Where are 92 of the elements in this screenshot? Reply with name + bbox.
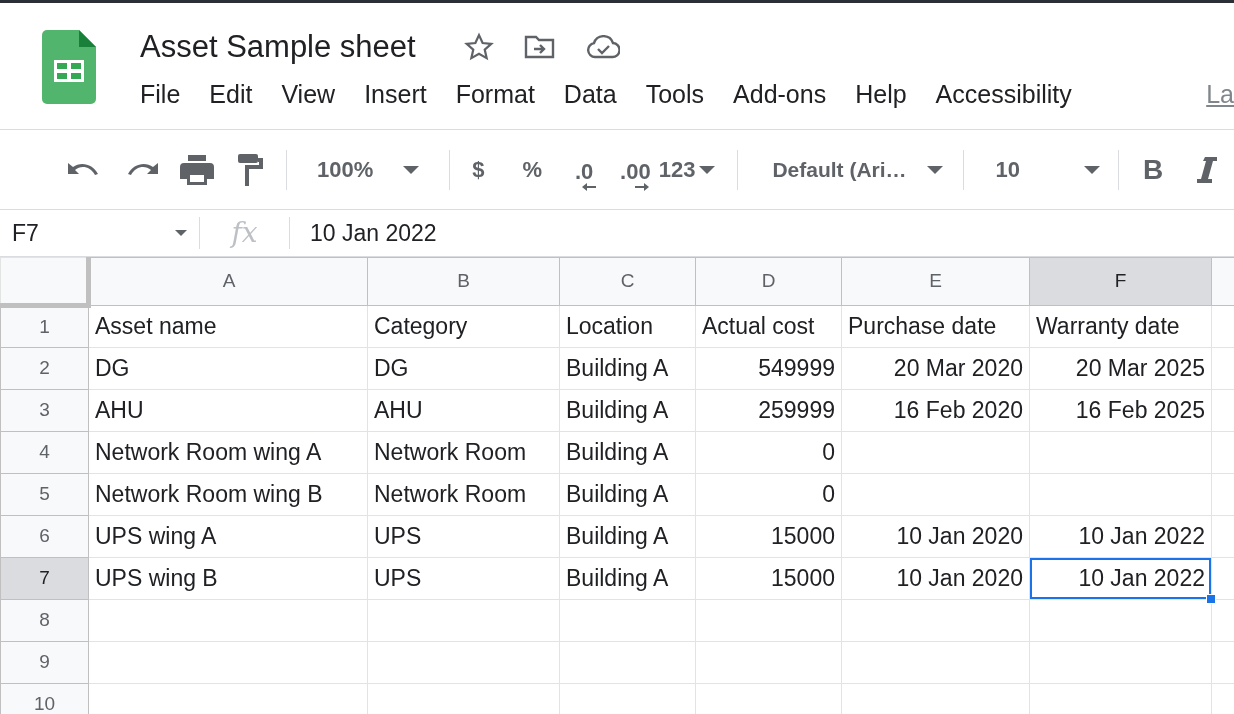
left-arrow-icon (582, 182, 597, 191)
caret-icon (403, 165, 420, 174)
row-header[interactable]: 2 (0, 347, 89, 390)
table-cell: 259999 (695, 389, 842, 432)
bold-button[interactable]: B (1143, 148, 1164, 191)
table-cell: 16 Feb 2025 (1029, 389, 1212, 432)
more-formats-dropdown[interactable]: 123 (658, 153, 716, 186)
menu-item[interactable]: Data (563, 76, 617, 114)
table-cell: 10 Jan 2022 (1029, 515, 1212, 558)
column-header[interactable]: A (88, 257, 368, 306)
right-arrow-icon (635, 182, 650, 191)
cloud-check-icon[interactable] (585, 35, 620, 59)
table-cell: 15000 (695, 557, 842, 600)
table-cell: UPS (367, 515, 560, 558)
table-cell: Network Room (367, 473, 560, 516)
font-size-dropdown[interactable]: 10 (995, 153, 1101, 186)
menu-item[interactable]: Accessibility (935, 76, 1072, 114)
menu-item[interactable]: View (281, 76, 336, 114)
table-cell: 10 Jan 2020 (841, 515, 1030, 558)
table-cell: AHU (88, 389, 368, 432)
row-header[interactable]: 8 (0, 599, 89, 642)
table-cell: Network Room (367, 431, 560, 474)
row-header[interactable]: 5 (0, 473, 89, 516)
caret-icon (699, 165, 716, 174)
column-header[interactable]: B (367, 257, 560, 306)
table-cell: Network Room wing B (88, 473, 368, 516)
menu-item[interactable]: Format (455, 76, 535, 114)
percent-format-button[interactable]: % (522, 153, 543, 186)
document-title[interactable]: Asset Sample sheet (140, 27, 416, 67)
paint-roller-icon[interactable] (236, 153, 264, 186)
row-header[interactable]: 7 (0, 557, 89, 600)
currency-format-button[interactable]: $ (472, 153, 485, 186)
row-header[interactable]: 3 (0, 389, 89, 432)
menu-item[interactable]: File (140, 76, 181, 114)
table-cell: Network Room wing A (88, 431, 368, 474)
row-header[interactable]: 4 (0, 431, 89, 474)
table-cell: DG (367, 347, 560, 390)
menu-item[interactable]: Add-ons (733, 76, 827, 114)
print-icon[interactable] (180, 154, 214, 185)
table-cell: Building A (559, 389, 696, 432)
caret-icon[interactable] (175, 230, 187, 236)
row-header[interactable]: 10 (0, 683, 89, 714)
table-cell: Category (367, 305, 560, 348)
table-cell: DG (88, 347, 368, 390)
table-cell: Building A (559, 473, 696, 516)
column-header[interactable]: E (841, 257, 1030, 306)
table-cell: 15000 (695, 515, 842, 558)
table-cell: 20 Mar 2025 (1029, 347, 1212, 390)
caret-icon (1084, 165, 1101, 174)
folder-arrow-icon[interactable] (523, 34, 556, 60)
table-cell: Building A (559, 347, 696, 390)
row-header[interactable]: 9 (0, 641, 89, 684)
row-header[interactable]: 1 (0, 305, 89, 348)
table-cell: Building A (559, 431, 696, 474)
table-cell: Purchase date (841, 305, 1030, 348)
table-cell: Asset name (88, 305, 368, 348)
table-cell: Building A (559, 557, 696, 600)
decrease-decimals-button[interactable]: .0 (572, 160, 597, 191)
column-header[interactable]: C (559, 257, 696, 306)
table-cell: 549999 (695, 347, 842, 390)
table-cell: 16 Feb 2020 (841, 389, 1030, 432)
table-cell: Location (559, 305, 696, 348)
increase-decimals-button[interactable]: .00 (620, 160, 651, 191)
table-cell: UPS wing B (88, 557, 368, 600)
column-header[interactable]: D (695, 257, 842, 306)
menu-item[interactable]: Edit (209, 76, 253, 114)
table-cell: 20 Mar 2020 (841, 347, 1030, 390)
table-cell: 0 (695, 473, 842, 516)
table-cell: Building A (559, 515, 696, 558)
cell-reference[interactable]: F7 (12, 215, 175, 251)
table-cell: UPS (367, 557, 560, 600)
italic-icon[interactable] (1197, 156, 1218, 183)
table-cell: 10 Jan 2020 (841, 557, 1030, 600)
spreadsheet-logo-icon[interactable] (42, 30, 96, 104)
table-cell: AHU (367, 389, 560, 432)
table-cell: UPS wing A (88, 515, 368, 558)
column-header[interactable]: F (1029, 257, 1212, 306)
last-edit-link[interactable]: La (1206, 76, 1234, 114)
formula-input[interactable]: 10 Jan 2022 (290, 215, 437, 251)
star-icon[interactable] (463, 32, 494, 62)
fill-handle[interactable] (1206, 594, 1216, 604)
table-cell: 0 (695, 431, 842, 474)
menu-item[interactable]: Insert (364, 76, 427, 114)
formula-label: fx (200, 217, 290, 249)
table-cell: Actual cost (695, 305, 842, 348)
font-dropdown[interactable]: Default (Ari… (772, 153, 943, 186)
table-cell: Warranty date (1029, 305, 1212, 348)
menu-item[interactable]: Tools (645, 76, 705, 114)
zoom-dropdown[interactable]: 100% (317, 153, 420, 186)
menu-item[interactable]: Help (855, 76, 907, 114)
caret-icon (926, 165, 943, 174)
row-header[interactable]: 6 (0, 515, 89, 558)
